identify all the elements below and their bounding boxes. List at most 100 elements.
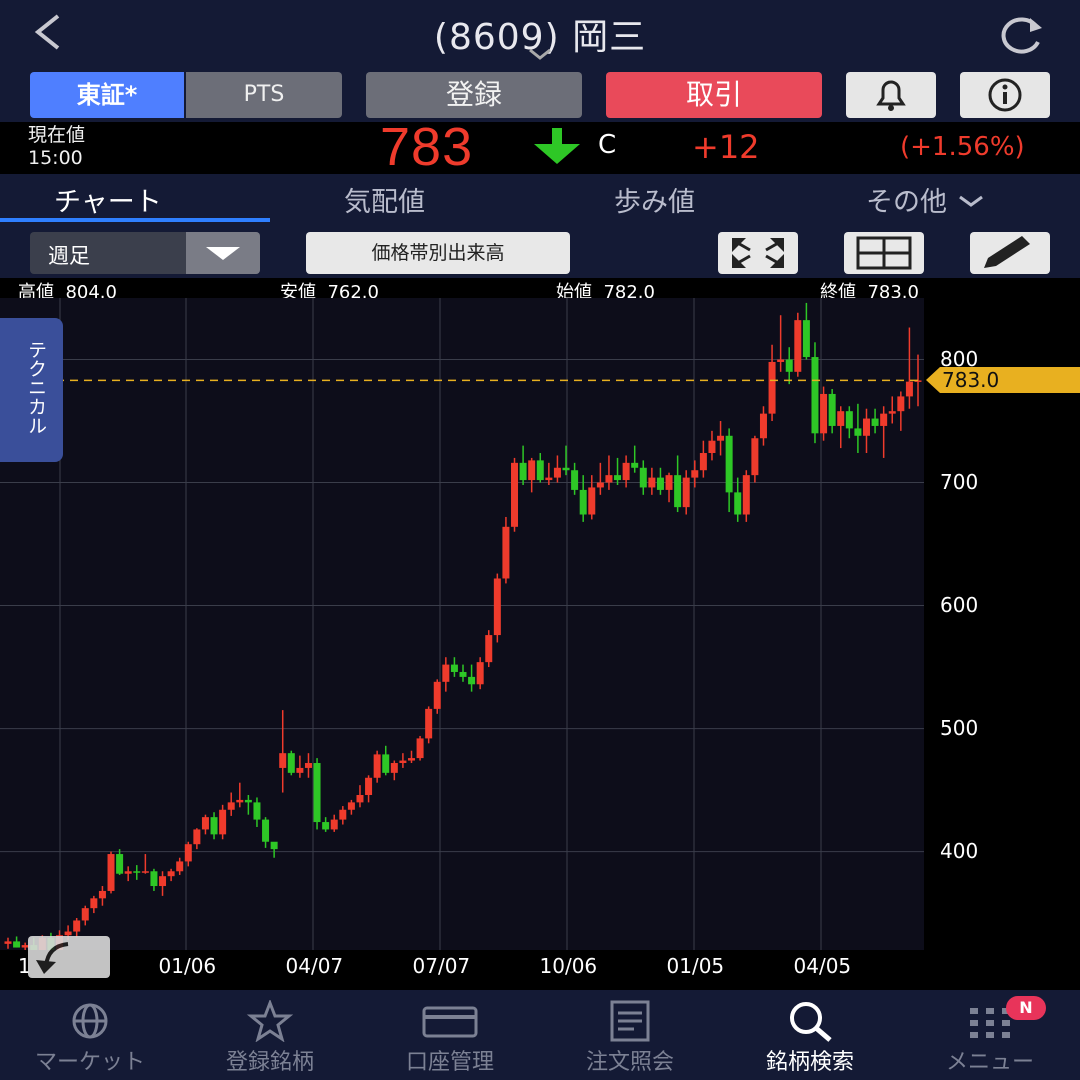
tab-ticks[interactable]: 歩み値 [614, 180, 695, 219]
scroll-to-start-button[interactable] [28, 936, 110, 978]
candle-body [880, 413, 888, 426]
nav-menu[interactable]: メニュー [900, 990, 1080, 1080]
nav-market[interactable]: マーケット [0, 990, 180, 1080]
candle-body [347, 802, 355, 810]
nav-account[interactable]: 口座管理 [360, 990, 540, 1080]
candle-body [322, 822, 330, 830]
candle-body [622, 462, 630, 481]
nav-label-search: 銘柄検索 [765, 1050, 854, 1075]
candle-body [210, 817, 218, 835]
candle-body [13, 941, 21, 948]
candle-body [373, 754, 381, 778]
candle-body [279, 753, 287, 768]
candle-body [176, 861, 184, 872]
candle-body [665, 475, 673, 490]
candle-body [4, 941, 12, 944]
candle-body [296, 767, 304, 773]
candlestick-chart[interactable] [0, 298, 924, 950]
candle-body [425, 708, 433, 739]
refresh-icon [1001, 17, 1042, 54]
candle-body [450, 664, 458, 672]
candle-body [905, 381, 913, 397]
dropdown-caret-icon[interactable] [186, 232, 260, 274]
nav-label-menu: メニュー [945, 1050, 1034, 1075]
candle-body [845, 411, 853, 429]
nav-orders[interactable]: 注文照会 [540, 990, 720, 1080]
expand-icon [732, 238, 784, 268]
candle-body [699, 453, 707, 471]
chevron-down-icon[interactable] [526, 44, 554, 64]
nav-label-orders: 注文照会 [585, 1050, 674, 1075]
candle-body [485, 635, 493, 663]
candle-body [588, 487, 596, 515]
candle-body [725, 435, 733, 493]
candle-body [227, 802, 235, 810]
arrow-down-icon [528, 128, 588, 166]
nav-search[interactable]: 銘柄検索 [720, 990, 900, 1080]
market-tab-pts[interactable]: PTS [186, 72, 342, 118]
trade-button[interactable]: 取引 [606, 72, 822, 118]
candle-body [81, 908, 89, 921]
candle-body [219, 809, 227, 835]
x-tick-label: 07/07 [412, 954, 471, 978]
candle-body [631, 462, 639, 468]
register-button[interactable]: 登録 [366, 72, 582, 118]
refresh-button[interactable] [992, 12, 1048, 56]
candle-body [270, 841, 278, 850]
candle-body [502, 526, 510, 579]
candle-body [862, 418, 870, 436]
candle-body [133, 871, 141, 873]
candle-body [768, 361, 776, 414]
candle-body [682, 477, 690, 508]
candle-body [811, 357, 819, 434]
candle-body [150, 871, 158, 887]
price-time: 15:00 [28, 147, 83, 169]
candle-body [519, 462, 527, 481]
candle-body [605, 475, 613, 483]
market-tab-tse[interactable]: 東証* [30, 72, 184, 118]
expand-button[interactable] [718, 232, 798, 274]
draw-button[interactable] [970, 232, 1050, 274]
alert-button[interactable] [846, 72, 936, 118]
candle-body [382, 754, 390, 773]
tab-chart[interactable]: チャート [54, 180, 162, 219]
tab-other[interactable]: その他 [866, 180, 986, 219]
candle-body [433, 681, 441, 709]
candle-body [742, 475, 750, 515]
candle-body [313, 763, 321, 823]
candle-body [476, 662, 484, 685]
candle-body [897, 396, 905, 412]
volume-profile-button[interactable]: 価格帯別出来高 [306, 232, 570, 274]
pencil-icon [984, 236, 1030, 268]
candle-body [614, 475, 622, 481]
candle-body [330, 819, 338, 830]
candle-body [73, 920, 81, 932]
search-icon [790, 1002, 832, 1042]
candle-body [262, 819, 270, 842]
candle-body [493, 578, 501, 636]
y-tick-label: 700 [940, 469, 979, 494]
y-tick-label: 500 [940, 715, 979, 740]
candle-body [674, 475, 682, 508]
candle-body [648, 477, 656, 488]
layout-button[interactable] [844, 232, 924, 274]
info-button[interactable] [960, 72, 1050, 118]
candle-body [167, 871, 175, 877]
y-tick-label: 400 [940, 838, 979, 863]
candle-body [468, 676, 476, 685]
card-icon [422, 1006, 478, 1038]
candle-body [528, 460, 536, 481]
candle-body [871, 418, 879, 426]
candle-body [717, 435, 725, 441]
candle-body [390, 763, 398, 773]
document-icon [610, 1000, 650, 1042]
candle-body [536, 460, 544, 481]
candle-body [399, 760, 407, 764]
nav-watchlist[interactable]: 登録銘柄 [180, 990, 360, 1080]
tab-board[interactable]: 気配値 [344, 180, 425, 219]
technical-tab-label: テクニカル [25, 340, 47, 435]
price-axis [924, 298, 1080, 990]
candle-body [553, 467, 561, 478]
grid-icon [856, 236, 912, 270]
candle-body [287, 753, 295, 773]
